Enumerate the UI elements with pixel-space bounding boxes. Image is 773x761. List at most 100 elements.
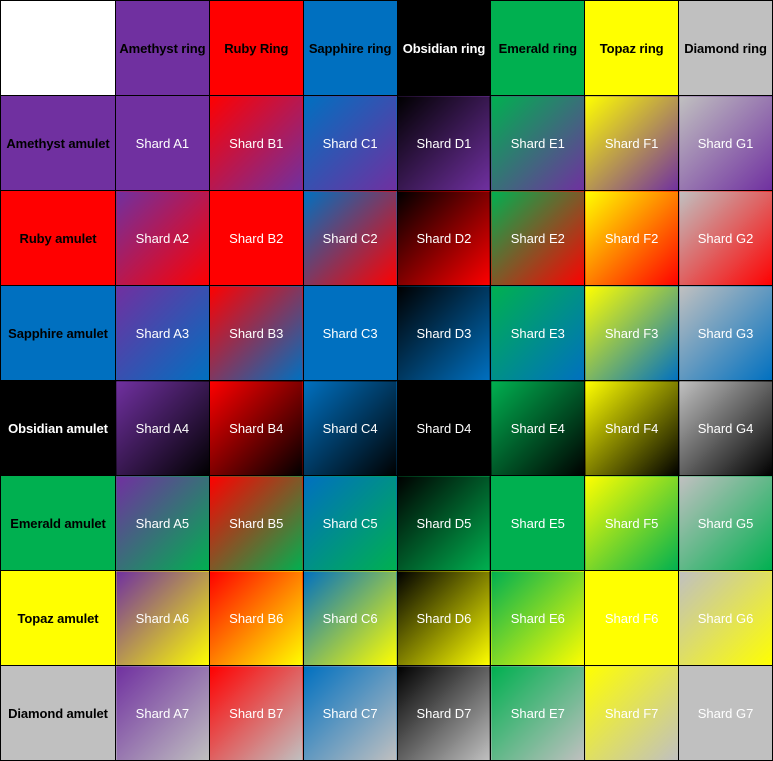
blend-cell-shard-c2[interactable]: Shard C2 — [302, 190, 398, 286]
blend-cell-shard-f5[interactable]: Shard F5 — [584, 475, 680, 571]
blend-cell-shard-c7[interactable]: Shard C7 — [302, 665, 398, 761]
blend-cell-shard-c4[interactable]: Shard C4 — [302, 380, 398, 476]
blend-cell-shard-d6[interactable]: Shard D6 — [396, 570, 492, 666]
blend-cell-shard-e5[interactable]: Shard E5 — [490, 475, 586, 571]
blend-cell-label: Shard F2 — [604, 230, 659, 246]
blend-cell-label: Shard C3 — [322, 325, 378, 341]
blend-cell-label: Shard A5 — [135, 515, 190, 531]
column-header-ruby-ring[interactable]: Ruby Ring — [208, 0, 304, 96]
matrix-row: Topaz amulet Shard A6 Shard B6 Shard C6 Shar… — [0, 570, 773, 666]
blend-cell-shard-g5[interactable]: Shard G5 — [678, 475, 773, 571]
blend-cell-label: Shard A7 — [135, 705, 190, 721]
blend-cell-shard-e6[interactable]: Shard E6 — [490, 570, 586, 666]
blend-cell-shard-b6[interactable]: Shard B6 — [208, 570, 304, 666]
blend-cell-label: Shard C2 — [322, 230, 378, 246]
blend-cell-shard-d5[interactable]: Shard D5 — [396, 475, 492, 571]
blend-cell-label: Shard A1 — [135, 135, 190, 151]
blend-cell-shard-f7[interactable]: Shard F7 — [584, 665, 680, 761]
blend-cell-label: Shard C1 — [322, 135, 378, 151]
blend-cell-shard-b7[interactable]: Shard B7 — [208, 665, 304, 761]
column-header-obsidian-ring[interactable]: Obsidian ring — [396, 0, 492, 96]
column-header-label: Emerald ring — [498, 40, 577, 56]
matrix-row: Ruby amulet Shard A2 Shard B2 Shard C2 Shard… — [0, 190, 773, 286]
blend-cell-shard-f6[interactable]: Shard F6 — [584, 570, 680, 666]
row-header-label: Topaz amulet — [17, 610, 99, 626]
row-header-sapphire-amulet[interactable]: Sapphire amulet — [0, 285, 116, 381]
column-header-label: Amethyst ring — [119, 40, 206, 56]
blend-cell-shard-f3[interactable]: Shard F3 — [584, 285, 680, 381]
blend-cell-shard-e3[interactable]: Shard E3 — [490, 285, 586, 381]
blend-cell-shard-b2[interactable]: Shard B2 — [208, 190, 304, 286]
blend-cell-shard-b3[interactable]: Shard B3 — [208, 285, 304, 381]
blend-cell-shard-e4[interactable]: Shard E4 — [490, 380, 586, 476]
column-header-emerald-ring[interactable]: Emerald ring — [490, 0, 586, 96]
blend-cell-shard-a1[interactable]: Shard A1 — [115, 95, 210, 191]
matrix-row: Diamond amulet Shard A7 Shard B7 Shard C7 Sh… — [0, 665, 773, 761]
column-header-sapphire-ring[interactable]: Sapphire ring — [302, 0, 398, 96]
blend-cell-label: Shard D7 — [416, 705, 472, 721]
row-header-obsidian-amulet[interactable]: Obsidian amulet — [0, 380, 116, 476]
blend-cell-shard-f1[interactable]: Shard F1 — [584, 95, 680, 191]
column-header-diamond-ring[interactable]: Diamond ring — [678, 0, 773, 96]
blend-cell-label: Shard C4 — [322, 420, 378, 436]
blend-cell-label: Shard B2 — [229, 230, 284, 246]
blend-cell-shard-c1[interactable]: Shard C1 — [302, 95, 398, 191]
blend-cell-label: Shard G3 — [697, 325, 754, 341]
blend-cell-label: Shard C6 — [322, 610, 378, 626]
matrix-row: Obsidian amulet Shard A4 Shard B4 Shard C4 S… — [0, 380, 773, 476]
blend-cell-shard-f2[interactable]: Shard F2 — [584, 190, 680, 286]
blend-cell-label: Shard A3 — [135, 325, 190, 341]
blend-cell-shard-g3[interactable]: Shard G3 — [678, 285, 773, 381]
blend-cell-label: Shard D6 — [416, 610, 472, 626]
blend-cell-shard-g2[interactable]: Shard G2 — [678, 190, 773, 286]
blend-cell-label: Shard A2 — [135, 230, 190, 246]
blend-cell-shard-d4[interactable]: Shard D4 — [396, 380, 492, 476]
blend-cell-label: Shard E4 — [510, 420, 565, 436]
blend-cell-shard-g4[interactable]: Shard G4 — [678, 380, 773, 476]
row-header-emerald-amulet[interactable]: Emerald amulet — [0, 475, 116, 571]
matrix-row: Sapphire amulet Shard A3 Shard B3 Shard C3 S… — [0, 285, 773, 381]
column-header-label: Sapphire ring — [308, 40, 392, 56]
blend-cell-shard-e1[interactable]: Shard E1 — [490, 95, 586, 191]
row-header-label: Amethyst amulet — [6, 135, 110, 151]
blend-cell-label: Shard C5 — [322, 515, 378, 531]
column-header-topaz-ring[interactable]: Topaz ring — [584, 0, 680, 96]
blend-cell-label: Shard F6 — [604, 610, 659, 626]
row-header-topaz-amulet[interactable]: Topaz amulet — [0, 570, 116, 666]
blend-cell-shard-a3[interactable]: Shard A3 — [115, 285, 210, 381]
blend-cell-shard-c5[interactable]: Shard C5 — [302, 475, 398, 571]
blend-cell-shard-a4[interactable]: Shard A4 — [115, 380, 210, 476]
blend-cell-label: Shard C7 — [322, 705, 378, 721]
blend-cell-shard-d1[interactable]: Shard D1 — [396, 95, 492, 191]
blend-cell-shard-d3[interactable]: Shard D3 — [396, 285, 492, 381]
blend-cell-shard-b1[interactable]: Shard B1 — [208, 95, 304, 191]
blend-cell-shard-e7[interactable]: Shard E7 — [490, 665, 586, 761]
column-header-amethyst-ring[interactable]: Amethyst ring — [115, 0, 210, 96]
row-header-diamond-amulet[interactable]: Diamond amulet — [0, 665, 116, 761]
row-header-amethyst-amulet[interactable]: Amethyst amulet — [0, 95, 116, 191]
blend-cell-shard-a7[interactable]: Shard A7 — [115, 665, 210, 761]
blend-cell-shard-a5[interactable]: Shard A5 — [115, 475, 210, 571]
blend-cell-label: Shard D4 — [416, 420, 472, 436]
blend-cell-shard-g1[interactable]: Shard G1 — [678, 95, 773, 191]
blend-cell-shard-g7[interactable]: Shard G7 — [678, 665, 773, 761]
matrix-corner-cell — [0, 0, 116, 96]
blend-cell-shard-c6[interactable]: Shard C6 — [302, 570, 398, 666]
blend-cell-shard-a2[interactable]: Shard A2 — [115, 190, 210, 286]
blend-cell-label: Shard G7 — [697, 705, 754, 721]
blend-cell-shard-d7[interactable]: Shard D7 — [396, 665, 492, 761]
blend-cell-shard-e2[interactable]: Shard E2 — [490, 190, 586, 286]
blend-cell-label: Shard D5 — [416, 515, 472, 531]
blend-cell-shard-b4[interactable]: Shard B4 — [208, 380, 304, 476]
blend-cell-label: Shard G6 — [697, 610, 754, 626]
blend-cell-label: Shard B4 — [229, 420, 284, 436]
crafting-combination-matrix: Amethyst ring Ruby Ring Sapphire ring Obsid… — [0, 0, 773, 761]
blend-cell-shard-g6[interactable]: Shard G6 — [678, 570, 773, 666]
row-header-ruby-amulet[interactable]: Ruby amulet — [0, 190, 116, 286]
blend-cell-shard-b5[interactable]: Shard B5 — [208, 475, 304, 571]
blend-cell-shard-c3[interactable]: Shard C3 — [302, 285, 398, 381]
blend-cell-shard-d2[interactable]: Shard D2 — [396, 190, 492, 286]
blend-cell-shard-a6[interactable]: Shard A6 — [115, 570, 210, 666]
blend-cell-label: Shard G1 — [697, 135, 754, 151]
blend-cell-shard-f4[interactable]: Shard F4 — [584, 380, 680, 476]
